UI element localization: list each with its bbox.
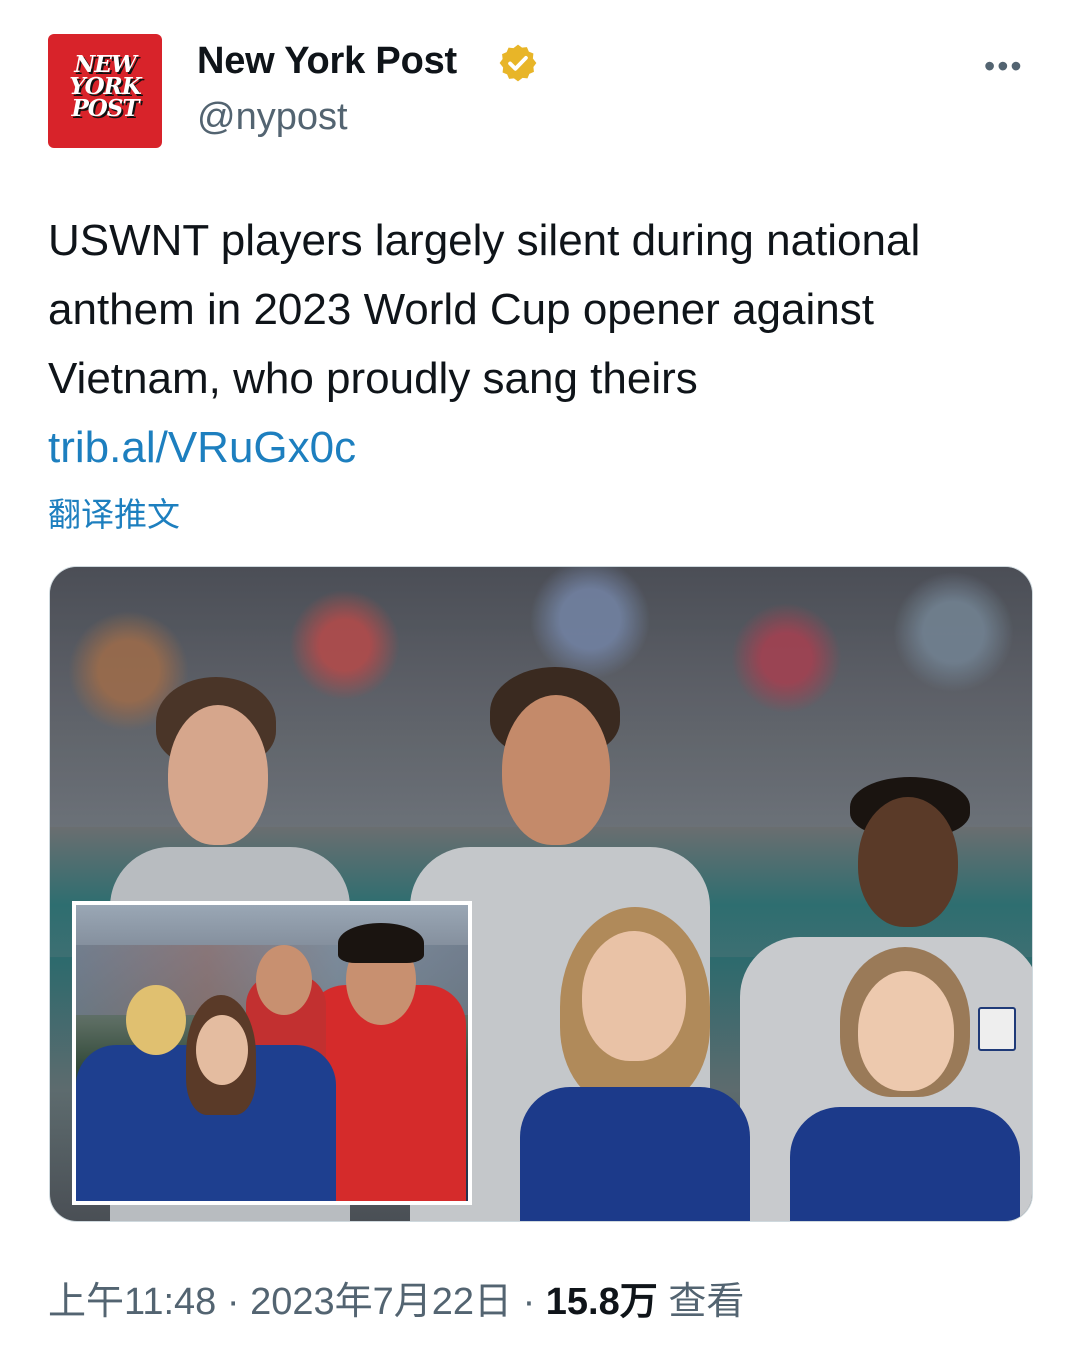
views-count: 15.8万	[545, 1281, 658, 1323]
photo-child-center	[520, 907, 750, 1221]
tweet-text: USWNT players largely silent during nati…	[48, 206, 1048, 482]
author-avatar[interactable]: NEW YORK POST	[48, 34, 162, 148]
tweet-body: USWNT players largely silent during nati…	[48, 216, 921, 403]
photo-child-right	[790, 947, 1020, 1221]
verified-badge-icon	[499, 44, 537, 82]
author-display-name[interactable]: New York Post	[197, 40, 457, 83]
author-handle[interactable]: @nypost	[197, 96, 348, 139]
tweet-photo[interactable]	[49, 566, 1033, 1222]
views-label: 查看	[668, 1281, 745, 1323]
tweet-link[interactable]: trib.al/VRuGx0c	[48, 423, 356, 472]
tweet-time[interactable]: 上午11:48	[48, 1281, 216, 1323]
tweet-meta: 上午11:48 · 2023年7月22日 · 15.8万 查看	[48, 1270, 744, 1325]
more-horizontal-icon[interactable]: •••	[984, 48, 1024, 85]
meta-separator: ·	[522, 1281, 536, 1323]
translate-tweet-link[interactable]: 翻译推文	[48, 488, 180, 536]
new-york-post-logo: NEW YORK POST	[69, 51, 142, 122]
meta-separator: ·	[226, 1281, 240, 1323]
photo-inset	[72, 901, 472, 1205]
tweet-date[interactable]: 2023年7月22日	[250, 1281, 512, 1323]
